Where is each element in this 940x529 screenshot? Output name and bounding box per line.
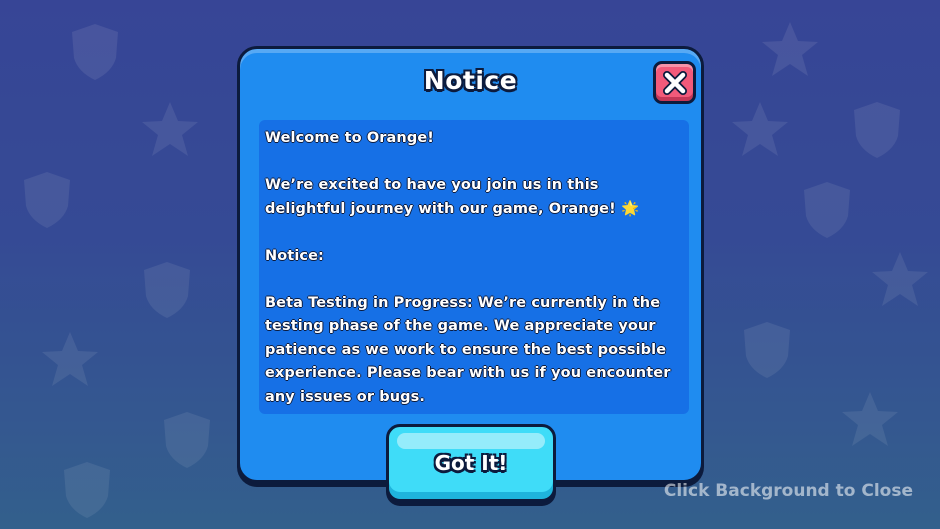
notice-content[interactable]: Welcome to Orange! We’re excited to have… bbox=[259, 120, 689, 414]
close-x-icon bbox=[662, 70, 687, 95]
notice-heading: Notice: bbox=[265, 247, 324, 264]
beta-notice-text: Beta Testing in Progress: We’re currentl… bbox=[265, 294, 671, 405]
got-it-button[interactable]: Got It! bbox=[386, 424, 556, 502]
intro-text: We’re excited to have you join us in thi… bbox=[265, 177, 616, 217]
dialog-title: Notice bbox=[423, 66, 518, 95]
close-button[interactable] bbox=[653, 61, 696, 104]
intro-paragraph: We’re excited to have you join us in thi… bbox=[265, 174, 681, 221]
notice-dialog: Notice Welcome to Orange! We’re excited … bbox=[237, 46, 704, 483]
got-it-label: Got It! bbox=[434, 451, 508, 475]
close-hint: Click Background to Close bbox=[663, 481, 913, 501]
star-emoji: 🌟 bbox=[620, 200, 640, 217]
greeting-text: Welcome to Orange! bbox=[265, 130, 434, 146]
